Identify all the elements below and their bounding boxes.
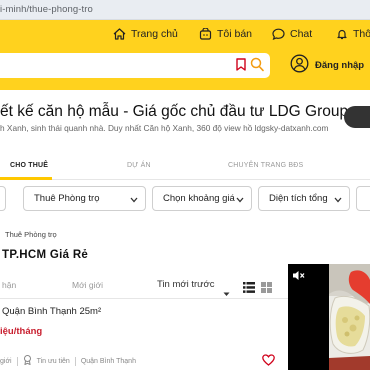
login-button[interactable]: Đăng nhập [290, 54, 364, 76]
nav-seller[interactable]: Tôi bán [199, 28, 252, 40]
user-icon [290, 54, 309, 76]
chat-icon [272, 28, 285, 40]
list-view-icon[interactable] [243, 280, 255, 298]
url-text[interactable]: i-minh/thue-phong-tro [0, 4, 93, 15]
sort-tab-broker[interactable]: Mới giới [72, 280, 103, 290]
sort-bar: hận Mới giới Tin mới trước [0, 275, 288, 297]
listing-seller-type: giới [0, 357, 12, 365]
nav-notifications-label: Thô [353, 28, 370, 40]
priority-badge-icon [23, 355, 32, 367]
ad-subtitle: h Xanh, sinh thái quanh nhà. Duy nhất Că… [0, 123, 329, 133]
chevron-down-icon[interactable] [223, 284, 230, 302]
video-ad[interactable] [288, 264, 370, 370]
filter-area[interactable]: Diện tích tổng [258, 186, 350, 211]
mute-icon[interactable] [292, 268, 305, 286]
heart-icon[interactable] [262, 353, 275, 370]
filter-more-button[interactable] [356, 186, 370, 211]
filter-area-label: Diện tích tổng [269, 193, 328, 204]
filter-bar: Thuê Phòng trọ Chọn khoảng giá Diện tích… [0, 186, 370, 212]
bookmark-icon[interactable] [236, 58, 246, 76]
divider [16, 356, 18, 366]
seller-icon [199, 28, 212, 40]
bell-icon [336, 28, 348, 40]
chevron-down-icon [334, 195, 342, 206]
listing-title[interactable]: Quận Bình Thạnh 25m² [2, 306, 101, 317]
filter-category[interactable]: Thuê Phòng trọ [23, 186, 146, 211]
divider [74, 356, 76, 366]
ad-banner[interactable]: ết kế căn hộ mẫu - Giá gốc chủ đầu tư LD… [0, 90, 370, 144]
grid-view-icon[interactable] [261, 280, 272, 298]
chevron-down-icon [130, 195, 138, 206]
tab-chuyen-trang-bds[interactable]: CHUYÊN TRANG BĐS [228, 162, 303, 169]
search-input[interactable] [0, 53, 270, 78]
divider [0, 298, 288, 299]
nav-chat-label: Chat [290, 28, 313, 40]
nav-home[interactable]: Trang chủ [113, 28, 178, 40]
page-title: TP.HCM Giá Rẻ [2, 249, 89, 261]
active-tab-indicator [0, 177, 52, 180]
ad-title[interactable]: ết kế căn hộ mẫu - Giá gốc chủ đầu tư LD… [0, 103, 348, 121]
listing-price: iệu/tháng [0, 326, 43, 337]
category-tabs: CHO THUÊ DỰ ÁN CHUYÊN TRANG BĐS [0, 150, 370, 180]
tab-cho-thue[interactable]: CHO THUÊ [10, 162, 48, 169]
home-icon [113, 28, 126, 40]
sort-tab-personal[interactable]: hận [2, 280, 16, 290]
site-header: Trang chủ Tôi bán Chat Thô Đăng nhập [0, 20, 370, 90]
video-thumbnail [329, 264, 370, 370]
nav-chat[interactable]: Chat [272, 28, 312, 40]
listing-priority: Tin ưu tiên [36, 357, 70, 365]
listing-meta: giới Tin ưu tiên Quận Bình Thạnh [0, 355, 136, 367]
listing-location: Quận Bình Thạnh [80, 357, 136, 365]
login-label: Đăng nhập [315, 59, 365, 71]
filter-location[interactable] [0, 186, 6, 211]
filter-price-label: Chọn khoảng giá [163, 193, 235, 204]
chevron-down-icon [236, 195, 244, 206]
filter-price[interactable]: Chọn khoảng giá [152, 186, 252, 211]
tab-du-an[interactable]: DỰ ÁN [127, 162, 151, 169]
page: i-minh/thue-phong-tro Trang chủ Tôi bán … [0, 0, 370, 370]
filter-category-label: Thuê Phòng trọ [34, 193, 100, 204]
browser-url-bar[interactable]: i-minh/thue-phong-tro [0, 0, 370, 20]
breadcrumb: Thuê Phòng trọ [5, 230, 57, 239]
sort-select[interactable]: Tin mới trước [157, 279, 215, 290]
search-icon[interactable] [250, 57, 264, 77]
nav-home-label: Trang chủ [131, 28, 178, 40]
breadcrumb-item[interactable]: Thuê Phòng trọ [5, 230, 57, 239]
ad-cta-button[interactable] [344, 106, 370, 128]
nav-seller-label: Tôi bán [217, 28, 253, 40]
nav-notifications[interactable]: Thô [336, 28, 370, 40]
